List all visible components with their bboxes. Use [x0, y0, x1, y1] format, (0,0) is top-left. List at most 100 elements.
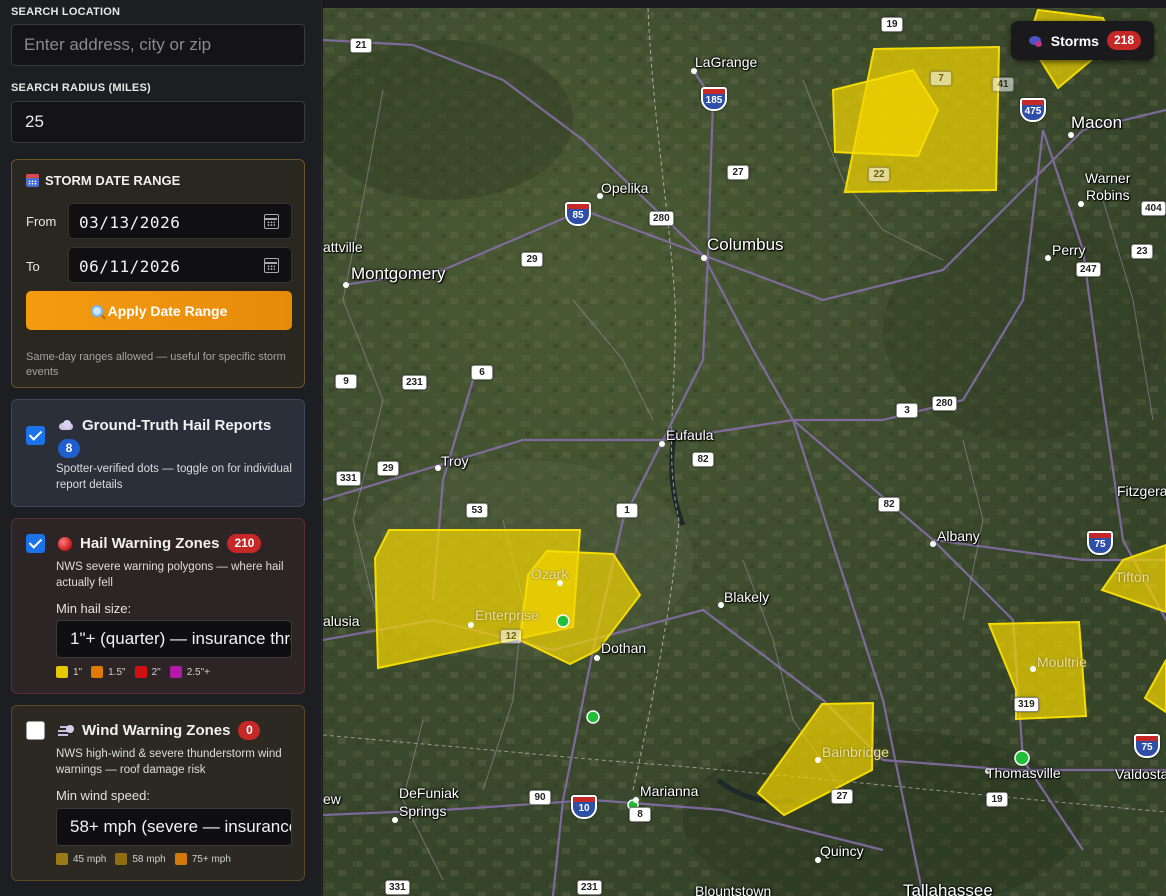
storm-map[interactable]: LaGrange Macon Warner Robins Opelika Col…: [323, 0, 1166, 896]
date-picker-icon[interactable]: [264, 214, 279, 229]
interstate-shield: 75: [1087, 531, 1113, 555]
legend-label: 45 mph: [73, 853, 107, 865]
storms-label: Storms: [1050, 32, 1099, 49]
from-date-input[interactable]: 03/13/2026: [68, 203, 292, 239]
search-radius-label: SEARCH RADIUS (MILES): [11, 82, 151, 94]
search-input[interactable]: [11, 24, 305, 66]
city-label: Opelika: [601, 180, 649, 196]
route-shield: 82: [878, 497, 900, 512]
legend-label: 1": [73, 666, 83, 678]
legend-swatch: [169, 666, 182, 678]
city-label: Montgomery: [351, 264, 446, 283]
hail-zones-checkbox[interactable]: [26, 534, 45, 553]
hail-zones-card: Hail Warning Zones 210 NWS severe warnin…: [11, 518, 305, 694]
interstate-shield: 75: [1134, 734, 1160, 758]
legend-label: 75+ mph: [191, 853, 231, 865]
route-shield: 3: [896, 403, 918, 418]
route-shield: 6: [471, 365, 493, 380]
interstate-shield: 10: [571, 795, 597, 819]
legend-label: 2": [151, 666, 161, 678]
city-label: Tallahassee: [903, 881, 993, 896]
legend-swatch: [134, 666, 147, 678]
route-shield: 22: [868, 167, 890, 182]
hail-report-dot[interactable]: [1014, 750, 1030, 766]
sidebar: SEARCH LOCATION SEARCH RADIUS (MILES) 25…: [0, 0, 322, 896]
route-shield: 231: [577, 880, 602, 895]
city-label: Ozark: [531, 566, 569, 582]
legend-item: 2.5"+: [169, 666, 210, 678]
min-wind-speed-select[interactable]: 58+ mph (severe — insurance): [56, 808, 292, 846]
storm-icon: [1027, 34, 1043, 48]
storms-count-badge: 218: [1106, 31, 1141, 50]
hail-reports-description: Spotter-verified dots — toggle on for in…: [56, 463, 292, 491]
hail-size-legend: 1" 1.5" 2" 2.5"+: [56, 666, 219, 678]
date-range-note: Same-day ranges allowed — useful for spe…: [26, 351, 286, 378]
route-shield: 319: [1014, 697, 1039, 712]
city-label: Albany: [937, 528, 980, 544]
wind-speed-legend: 45 mph 58 mph 75+ mph: [56, 853, 240, 865]
storms-counter-button[interactable]: Storms 218: [1010, 21, 1154, 60]
route-shield: 331: [385, 880, 410, 895]
city-label: Blakely: [724, 589, 770, 605]
route-shield: 27: [831, 789, 853, 804]
route-shield: 404: [1141, 201, 1166, 216]
route-shield: 331: [336, 471, 361, 486]
from-date-value: 03/13/2026: [79, 213, 181, 232]
hail-reports-checkbox[interactable]: [26, 426, 45, 445]
calendar-icon: [26, 174, 39, 187]
hail-cloud-icon: [58, 419, 74, 432]
route-shield: 29: [521, 252, 543, 267]
route-shield: 12: [500, 629, 522, 644]
min-hail-size-label: Min hail size:: [56, 601, 132, 616]
legend-item: 45 mph: [56, 853, 106, 865]
min-wind-speed-label: Min wind speed:: [56, 788, 150, 803]
hail-reports-count-badge: 8: [58, 439, 80, 458]
city-label: Springs: [399, 803, 447, 819]
route-shield: 19: [881, 17, 903, 32]
city-label: Blountstown: [695, 883, 772, 896]
legend-item: 1.5": [91, 666, 126, 678]
city-label: Troy: [441, 453, 469, 469]
hail-report-dot[interactable]: [556, 614, 570, 628]
date-picker-icon[interactable]: [264, 258, 279, 273]
route-shield: 280: [932, 396, 957, 411]
city-label: Bainbridge: [822, 744, 889, 760]
to-label: To: [26, 259, 40, 274]
wind-zones-checkbox[interactable]: [26, 721, 45, 740]
wind-zones-title: Wind Warning Zones 0: [58, 721, 261, 740]
wind-zones-title-text: Wind Warning Zones: [82, 722, 231, 739]
route-shield: 53: [466, 503, 488, 518]
min-hail-size-select[interactable]: 1"+ (quarter) — insurance threshold: [56, 620, 292, 658]
city-label: Quincy: [820, 843, 864, 859]
route-shield: 23: [1131, 244, 1153, 259]
route-shield: 1: [616, 503, 638, 518]
route-shield: 247: [1076, 262, 1101, 277]
legend-swatch: [91, 666, 104, 678]
city-label: Fitzgera: [1117, 483, 1166, 499]
hail-report-dot[interactable]: [586, 710, 600, 724]
apply-date-range-button[interactable]: Apply Date Range: [26, 291, 292, 330]
interstate-shield: 185: [701, 87, 727, 111]
from-label: From: [26, 214, 57, 229]
legend-item: 2": [134, 666, 161, 678]
search-radius-input[interactable]: 25: [11, 101, 305, 143]
wind-icon: [58, 724, 74, 737]
hail-reports-title: Ground-Truth Hail Reports: [58, 417, 271, 434]
city-label: Macon: [1071, 113, 1123, 132]
magnifier-icon: [90, 304, 103, 317]
hail-zones-title-text: Hail Warning Zones: [80, 535, 220, 552]
to-date-input[interactable]: 06/11/2026: [68, 247, 292, 283]
map-top-bar: [323, 0, 1166, 8]
route-shield: 29: [377, 461, 399, 476]
legend-item: 75+ mph: [174, 853, 231, 865]
city-label: Perry: [1052, 242, 1086, 258]
city-label: attville: [323, 239, 363, 255]
route-shield: 82: [692, 452, 714, 467]
legend-label: 2.5"+: [186, 666, 210, 678]
hail-zones-count-badge: 210: [227, 534, 262, 553]
legend-label: 1.5": [108, 666, 126, 678]
hail-zones-title: Hail Warning Zones 210: [58, 534, 262, 553]
hail-zones-description: NWS severe warning polygons — where hail…: [56, 561, 284, 589]
interstate-shield: 85: [565, 202, 591, 226]
apply-date-range-label: Apply Date Range: [107, 302, 228, 319]
